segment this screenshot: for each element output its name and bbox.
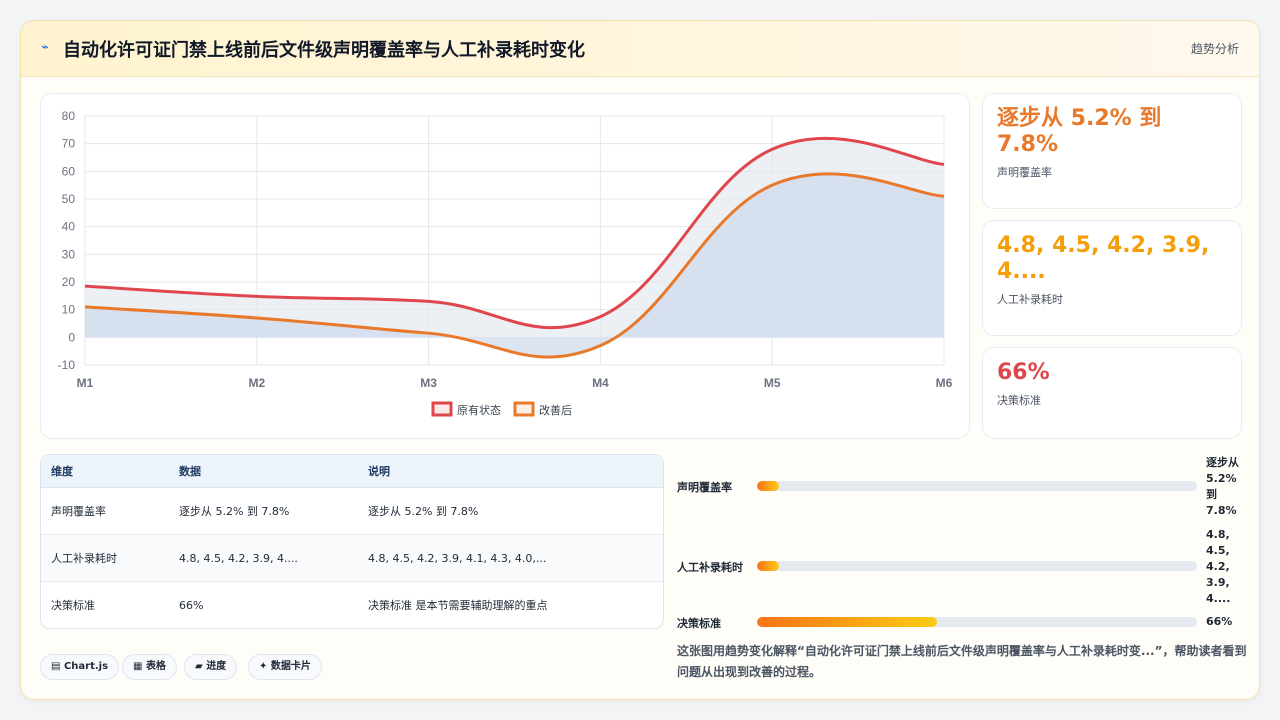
progress-value: 逐步从 5.2% 到 7.8% bbox=[1206, 456, 1239, 517]
y-tick-label: 70 bbox=[62, 137, 76, 151]
progress-label: 声明覆盖率 bbox=[677, 481, 732, 494]
chip-label: 进度 bbox=[206, 661, 227, 672]
line-chart: 80 70 60 50 40 30 20 10 0 -10 M1 M2 M3 M4 M5 M6 原有状态 改善后 bbox=[40, 93, 970, 439]
x-tick-label: M1 bbox=[77, 376, 94, 390]
kpi-value: 4.8, 4.5, 4.2, 3.9, 4.... bbox=[997, 233, 1210, 284]
table-cell: 声明覆盖率 bbox=[51, 505, 106, 518]
kpi-card-time: 4.8, 4.5, 4.2, 3.9, 4.... 人工补录耗时 bbox=[982, 220, 1242, 336]
table-cell: 66% bbox=[179, 599, 204, 612]
progress-value: 4.8, 4.5, 4.2, 3.9, 4.... bbox=[1206, 528, 1231, 605]
progress-track bbox=[757, 617, 1197, 627]
table-header-row: 维度 数据 说明 bbox=[41, 455, 663, 488]
progress-fill bbox=[757, 617, 938, 627]
y-tick-label: 40 bbox=[62, 220, 76, 234]
y-tick-label: 80 bbox=[62, 109, 76, 123]
chart-svg: 80 70 60 50 40 30 20 10 0 -10M1 M2 M3 M4 M5 M6 原有状态 改善后 bbox=[58, 109, 953, 417]
chip-label: Chart.js bbox=[63, 661, 109, 672]
chip-label: 数据卡片 bbox=[270, 661, 311, 672]
legend-swatch bbox=[513, 401, 535, 417]
legend-swatch bbox=[431, 401, 453, 417]
column-header: 数据 bbox=[179, 465, 201, 478]
progress-label: 决策标准 bbox=[677, 617, 721, 630]
table-cell: 逐步从 5.2% 到 7.8% bbox=[179, 505, 290, 518]
card-icon: ✦ bbox=[259, 661, 268, 672]
progress-value: 66% bbox=[1206, 615, 1233, 628]
legend-label: 原有状态 bbox=[457, 403, 501, 417]
table-row: 声明覆盖率 逐步从 5.2% 到 7.8% 逐步从 5.2% 到 7.8% bbox=[41, 488, 663, 535]
dashboard-card: ⌁ 自动化许可证门禁上线前后文件级声明覆盖率与人工补录耗时变化 趋势分析 80 7… bbox=[20, 20, 1260, 700]
chip-label: 表格 bbox=[145, 661, 166, 672]
data-table: 维度 数据 说明 声明覆盖率 逐步从 5.2% 到 7.8% 逐步从 5.2% … bbox=[40, 454, 664, 629]
column-header: 说明 bbox=[368, 465, 390, 478]
chip-progress[interactable]: ▰ 进度 bbox=[184, 654, 238, 680]
chip-table[interactable]: ▦ 表格 bbox=[122, 654, 177, 680]
y-tick-label: -10 bbox=[58, 358, 76, 372]
table-cell: 决策标准 是本节需要辅助理解的重点 bbox=[368, 599, 548, 612]
chip-data-card[interactable]: ✦ 数据卡片 bbox=[248, 654, 322, 680]
x-tick-label: M4 bbox=[592, 376, 609, 390]
kpi-label: 决策标准 bbox=[997, 394, 1041, 407]
header-bar: ⌁ 自动化许可证门禁上线前后文件级声明覆盖率与人工补录耗时变化 趋势分析 bbox=[21, 21, 1259, 77]
y-tick-label: 60 bbox=[62, 164, 76, 178]
y-tick-label: 50 bbox=[62, 192, 76, 206]
trend-icon: ⌁ bbox=[41, 40, 49, 55]
table-cell: 4.8, 4.5, 4.2, 3.9, 4.1, 4.3, 4.0,... bbox=[368, 552, 547, 565]
table-cell: 决策标准 bbox=[51, 599, 95, 612]
kpi-card-coverage: 逐步从 5.2% 到 7.8% 声明覆盖率 bbox=[982, 93, 1242, 209]
progress-fill bbox=[757, 481, 779, 491]
y-tick-label: 10 bbox=[62, 303, 76, 317]
y-tick-label: 30 bbox=[62, 247, 76, 261]
kpi-value: 66% bbox=[997, 360, 1050, 385]
y-tick-label: 20 bbox=[62, 275, 76, 289]
table-cell: 逐步从 5.2% 到 7.8% bbox=[368, 505, 479, 518]
kpi-card-decision: 66% 决策标准 bbox=[982, 347, 1242, 439]
kpi-label: 人工补录耗时 bbox=[997, 293, 1063, 306]
progress-label: 人工补录耗时 bbox=[677, 561, 743, 574]
progress-track bbox=[757, 481, 1197, 491]
kpi-label: 声明覆盖率 bbox=[997, 166, 1052, 179]
table-cell: 人工补录耗时 bbox=[51, 552, 117, 565]
chart-icon: ▤ bbox=[51, 661, 61, 672]
x-tick-label: M2 bbox=[248, 376, 265, 390]
column-header: 维度 bbox=[51, 465, 73, 478]
chart-description: 这张图用趋势变化解释“自动化许可证门禁上线前后文件级声明覆盖率与人工补录耗时变.… bbox=[677, 644, 1247, 679]
legend-label: 改善后 bbox=[539, 403, 572, 417]
x-tick-label: M5 bbox=[764, 376, 781, 390]
table-icon: ▦ bbox=[133, 661, 143, 672]
progress-fill bbox=[757, 561, 779, 571]
chip-chartjs[interactable]: ▤ Chart.js bbox=[40, 654, 120, 680]
x-tick-label: M6 bbox=[936, 376, 953, 390]
table-row: 决策标准 66% 决策标准 是本节需要辅助理解的重点 bbox=[41, 582, 663, 628]
progress-track bbox=[757, 561, 1197, 571]
section-tag: 趋势分析 bbox=[1190, 42, 1239, 56]
y-tick-label: 0 bbox=[68, 330, 75, 344]
table-row: 人工补录耗时 4.8, 4.5, 4.2, 3.9, 4.... 4.8, 4.… bbox=[41, 535, 663, 582]
x-tick-label: M3 bbox=[420, 376, 437, 390]
page-title: 自动化许可证门禁上线前后文件级声明覆盖率与人工补录耗时变化 bbox=[63, 40, 585, 61]
table-cell: 4.8, 4.5, 4.2, 3.9, 4.... bbox=[179, 552, 298, 565]
kpi-value: 逐步从 5.2% 到 7.8% bbox=[997, 106, 1162, 157]
progress-icon: ▰ bbox=[195, 661, 203, 672]
